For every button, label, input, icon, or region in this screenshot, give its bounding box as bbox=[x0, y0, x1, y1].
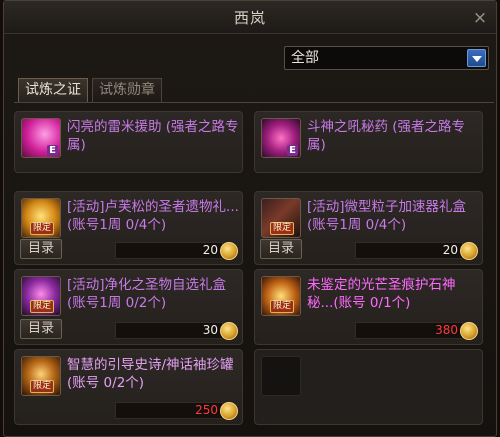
catalog-button[interactable]: 目录 bbox=[260, 239, 302, 259]
item-name: [活动]微型粒子加速器礼盒 (账号1周 0/4个) bbox=[307, 199, 467, 233]
category-select-value: 全部 bbox=[291, 50, 319, 66]
tab-trial-medal[interactable]: 试炼勋章 bbox=[92, 78, 162, 102]
item-card[interactable]: 限定 [活动]净化之圣物自选礼盒 (账号1周 0/2个) 目录 30 bbox=[14, 269, 243, 345]
coin-icon bbox=[460, 322, 478, 340]
purple-gift-icon: 限定 bbox=[21, 276, 61, 316]
empty-slot-icon bbox=[261, 356, 301, 396]
price-bar: 250 bbox=[115, 402, 223, 419]
limited-tag: 限定 bbox=[30, 380, 55, 393]
item-card[interactable]: E 斗神之吼秘药 (强者之路专属) bbox=[254, 111, 483, 173]
coin-icon bbox=[220, 242, 238, 260]
item-card[interactable]: 限定 未鉴定的光芒圣痕护石神秘...(账号 0/1个) 380 bbox=[254, 269, 483, 345]
price-value: 380 bbox=[435, 323, 458, 337]
coin-icon bbox=[460, 242, 478, 260]
tab-bar: 试炼之证 试炼勋章 bbox=[18, 78, 162, 102]
price-value: 20 bbox=[202, 243, 218, 257]
close-button[interactable]: × bbox=[470, 8, 490, 28]
item-card[interactable]: 限定 智慧的引导史诗/神话袖珍罐 (账号 0/2个) 250 bbox=[14, 349, 243, 425]
epic-mark-icon: E bbox=[47, 145, 58, 156]
item-name: [活动]卢芙松的圣者遗物礼...(账号1周 0/4个) bbox=[67, 199, 239, 233]
item-name: 斗神之吼秘药 (强者之路专属) bbox=[307, 119, 466, 153]
item-card[interactable]: 限定 [活动]卢芙松的圣者遗物礼...(账号1周 0/4个) 目录 20 bbox=[14, 191, 243, 265]
empty-item-slot bbox=[254, 349, 483, 425]
category-select[interactable]: 全部 bbox=[284, 46, 489, 70]
window-title: 西岚 bbox=[233, 8, 266, 27]
title-bar: 西岚 bbox=[4, 1, 496, 34]
chevron-down-icon[interactable] bbox=[467, 49, 486, 67]
price-bar: 30 bbox=[115, 322, 223, 339]
catalog-button[interactable]: 目录 bbox=[20, 319, 62, 339]
limited-tag: 限定 bbox=[30, 300, 55, 313]
gold-chest-icon: 限定 bbox=[21, 198, 61, 238]
shop-window: 西岚 × 全部 试炼之证 试炼勋章 E 闪亮的雷米援助 (强者之路专属) E 斗… bbox=[3, 0, 497, 437]
item-card[interactable]: 限定 [活动]微型粒子加速器礼盒 (账号1周 0/4个) 目录 20 bbox=[254, 191, 483, 265]
coin-icon bbox=[220, 402, 238, 420]
price-value: 20 bbox=[442, 243, 458, 257]
item-name: 未鉴定的光芒圣痕护石神秘...(账号 0/1个) bbox=[307, 277, 456, 311]
catalog-button[interactable]: 目录 bbox=[20, 239, 62, 259]
potion-icon: E bbox=[261, 118, 301, 158]
tab-trial-proof[interactable]: 试炼之证 bbox=[18, 78, 88, 102]
item-name: 智慧的引导史诗/神话袖珍罐 (账号 0/2个) bbox=[67, 357, 234, 391]
limited-tag: 限定 bbox=[270, 300, 295, 313]
box-icon: 限定 bbox=[261, 198, 301, 238]
epic-mark-icon: E bbox=[287, 145, 298, 156]
price-bar: 20 bbox=[115, 242, 223, 259]
limited-tag: 限定 bbox=[30, 222, 55, 235]
item-name: [活动]净化之圣物自选礼盒 (账号1周 0/2个) bbox=[67, 277, 227, 311]
pink-gem-icon: E bbox=[21, 118, 61, 158]
coin-icon bbox=[220, 322, 238, 340]
price-value: 30 bbox=[202, 323, 218, 337]
item-name: 闪亮的雷米援助 (强者之路专属) bbox=[67, 119, 239, 153]
golden-orb-icon: 限定 bbox=[21, 356, 61, 396]
price-bar: 380 bbox=[355, 322, 463, 339]
price-bar: 20 bbox=[355, 242, 463, 259]
price-value: 250 bbox=[195, 403, 218, 417]
sun-emblem-icon: 限定 bbox=[261, 276, 301, 316]
item-card[interactable]: E 闪亮的雷米援助 (强者之路专属) bbox=[14, 111, 243, 173]
item-list: E 闪亮的雷米援助 (强者之路专属) E 斗神之吼秘药 (强者之路专属) 限定 … bbox=[14, 102, 494, 435]
limited-tag: 限定 bbox=[270, 222, 295, 235]
